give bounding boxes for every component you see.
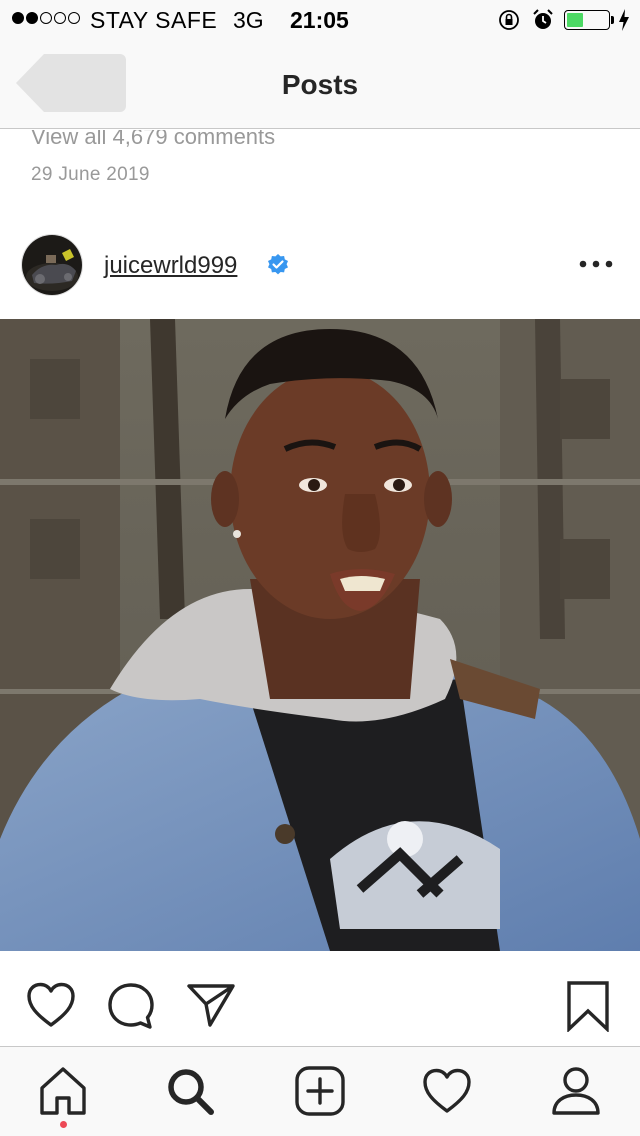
profile-icon[interactable] — [550, 1065, 602, 1117]
tab-bar — [0, 1046, 640, 1136]
avatar[interactable] — [21, 234, 83, 296]
post-photo-image — [0, 319, 640, 951]
search-icon[interactable] — [164, 1065, 216, 1117]
more-options-button[interactable] — [578, 256, 614, 272]
add-icon[interactable] — [294, 1065, 346, 1117]
home-icon[interactable] — [37, 1065, 89, 1117]
alarm-icon — [533, 9, 553, 29]
navigation-bar: Posts — [0, 40, 640, 129]
ellipsis-icon — [579, 260, 613, 268]
view-comments-link[interactable]: View all 4,679 comments — [31, 130, 275, 150]
comment-icon[interactable] — [106, 982, 156, 1030]
bookmark-icon[interactable] — [566, 980, 610, 1032]
battery-icon — [564, 10, 610, 30]
post-header: juicewrld999 — [0, 230, 640, 300]
signal-dot — [40, 12, 52, 24]
signal-dot — [12, 12, 24, 24]
status-bar: STAY SAFE 3G 21:05 — [0, 0, 640, 40]
username-link[interactable]: juicewrld999 — [104, 252, 237, 280]
rotation-lock-icon — [499, 10, 519, 30]
verified-badge-icon — [268, 254, 288, 275]
post-photo[interactable] — [0, 319, 640, 951]
battery-tip — [611, 16, 614, 24]
page-title: Posts — [281, 69, 359, 100]
battery-level — [567, 13, 583, 27]
network-type: 3G — [233, 7, 264, 33]
instagram-posts-screen: STAY SAFE 3G 21:05 Posts View all 4,679 … — [0, 0, 640, 1136]
paper-plane-icon[interactable] — [186, 982, 236, 1028]
avatar-image — [22, 235, 82, 295]
signal-dot — [54, 12, 66, 24]
notification-dot — [60, 1121, 67, 1128]
post-date: 29 June 2019 — [31, 164, 150, 185]
charging-icon — [619, 9, 629, 31]
signal-strength-indicator — [12, 12, 80, 24]
carrier-name: STAY SAFE — [90, 7, 218, 33]
post-actions — [0, 970, 640, 1040]
signal-dot — [68, 12, 80, 24]
heart-icon[interactable] — [421, 1065, 473, 1117]
post-feed[interactable]: View all 4,679 comments 29 June 2019 jui… — [0, 130, 640, 1046]
status-time: 21:05 — [290, 7, 349, 33]
signal-dot — [26, 12, 38, 24]
heart-icon[interactable] — [26, 982, 76, 1028]
